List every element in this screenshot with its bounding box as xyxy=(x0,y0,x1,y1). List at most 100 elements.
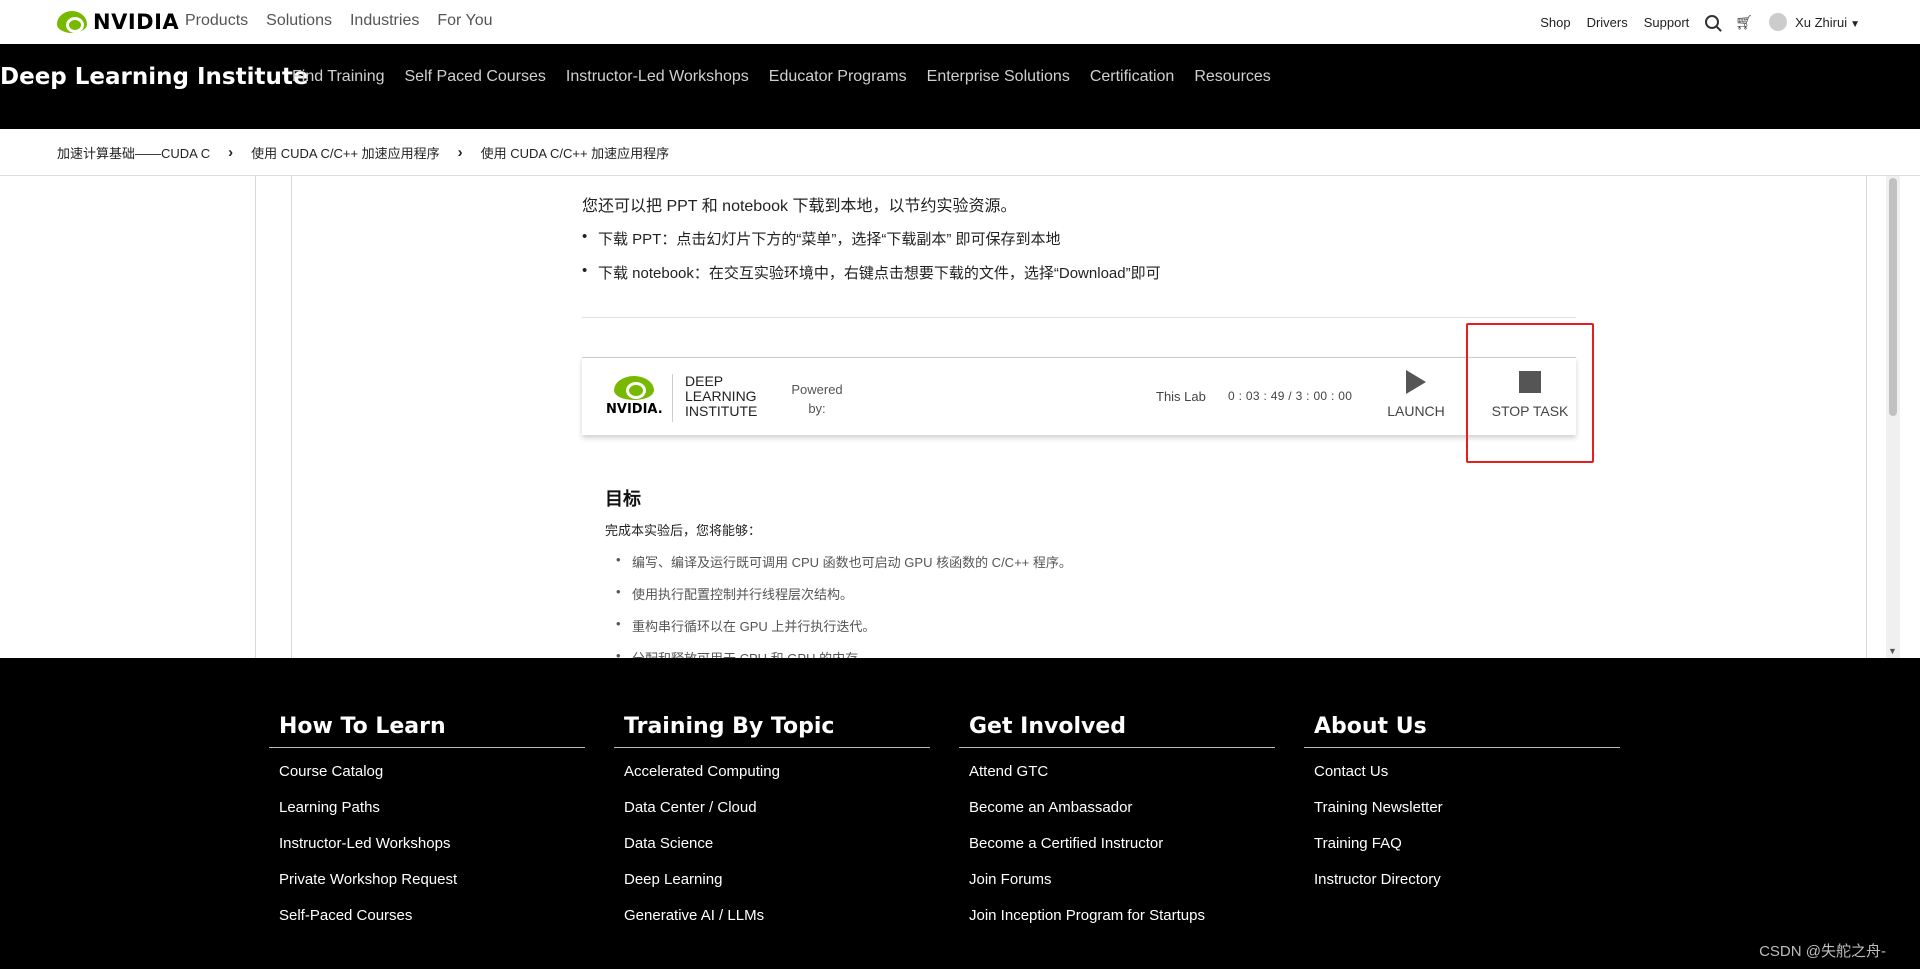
divider xyxy=(255,176,256,658)
nvidia-eye-icon xyxy=(614,376,655,400)
dli-title[interactable]: Deep Learning Institute xyxy=(0,64,308,90)
footer-link[interactable]: Join Forums xyxy=(969,871,1275,888)
footer-column-training-by-topic: Training By Topic Accelerated Computing … xyxy=(614,714,930,943)
nvidia-logo[interactable]: NVIDIA xyxy=(57,10,179,34)
footer-link[interactable]: Data Center / Cloud xyxy=(624,799,930,816)
course-content: 您还可以把 PPT 和 notebook 下载到本地，以节约实验资源。 下载 P… xyxy=(0,176,1920,658)
main-menu: Products Solutions Industries For You xyxy=(185,12,493,30)
nav-resources[interactable]: Resources xyxy=(1194,68,1270,86)
nav-find-training[interactable]: Find Training xyxy=(292,68,385,86)
menu-for-you[interactable]: For You xyxy=(437,12,492,30)
powered-by-line: Powered xyxy=(791,382,843,397)
footer-link[interactable]: Training FAQ xyxy=(1314,835,1620,852)
avatar[interactable] xyxy=(1769,13,1788,31)
divider xyxy=(672,374,673,422)
footer-link[interactable]: Instructor-Led Workshops xyxy=(279,835,585,852)
user-menu[interactable]: Xu Zhirui ▼ xyxy=(1795,15,1860,30)
nav-self-paced-courses[interactable]: Self Paced Courses xyxy=(405,68,546,86)
footer-link[interactable]: Join Inception Program for Startups xyxy=(969,907,1275,924)
footer-link[interactable]: Accelerated Computing xyxy=(624,763,930,780)
footer-link[interactable]: Course Catalog xyxy=(279,763,585,780)
nav-certification[interactable]: Certification xyxy=(1090,68,1174,86)
footer-link[interactable]: Deep Learning xyxy=(624,871,930,888)
footer-link[interactable]: Self-Paced Courses xyxy=(279,907,585,924)
scrollbar-thumb[interactable] xyxy=(1889,178,1897,416)
stop-task-highlight-box xyxy=(1466,323,1594,463)
nav-educator-programs[interactable]: Educator Programs xyxy=(769,68,907,86)
footer-link[interactable]: Instructor Directory xyxy=(1314,871,1620,888)
footer-column-get-involved: Get Involved Attend GTC Become an Ambass… xyxy=(959,714,1275,943)
lab-timer: 0 : 03 : 49 / 3 : 00 : 00 xyxy=(1228,389,1353,403)
top-navigation: NVIDIA Products Solutions Industries For… xyxy=(0,0,1920,44)
footer-column-how-to-learn: How To Learn Course Catalog Learning Pat… xyxy=(269,714,585,943)
breadcrumb-item-module[interactable]: 使用 CUDA C/C++ 加速应用程序 xyxy=(251,143,440,162)
divider xyxy=(1866,176,1867,658)
content-scrollbar[interactable]: ▼ xyxy=(1886,176,1900,658)
footer-heading: Training By Topic xyxy=(614,714,930,748)
footer-heading: Get Involved xyxy=(959,714,1275,748)
chevron-right-icon: › xyxy=(228,143,234,161)
footer-link[interactable]: Attend GTC xyxy=(969,763,1275,780)
list-item: 下载 notebook：在交互实验环境中，右键点击想要下载的文件，选择“Down… xyxy=(582,262,1161,283)
dli-wordmark-line: DEEP xyxy=(685,373,724,389)
dli-menu: Find Training Self Paced Courses Instruc… xyxy=(292,68,1271,86)
footer-link[interactable]: Training Newsletter xyxy=(1314,799,1620,816)
menu-solutions[interactable]: Solutions xyxy=(266,12,332,30)
nvidia-logo-text: NVIDIA. xyxy=(606,402,663,417)
footer-link[interactable]: Private Workshop Request xyxy=(279,871,585,888)
nvidia-eye-icon xyxy=(57,11,87,33)
list-item: 编写、编译及运行既可调用 CPU 函数也可启动 GPU 核函数的 C/C++ 程… xyxy=(612,552,1072,571)
footer-link[interactable]: Become a Certified Instructor xyxy=(969,835,1275,852)
goals-heading: 目标 xyxy=(605,489,641,509)
watermark: CSDN @失舵之舟- xyxy=(1759,943,1886,960)
drivers-link[interactable]: Drivers xyxy=(1587,15,1628,30)
play-icon xyxy=(1406,370,1426,394)
download-list: 下载 PPT：点击幻灯片下方的“菜单”，选择“下载副本” 即可保存到本地 下载 … xyxy=(582,228,1161,296)
list-item: 下载 PPT：点击幻灯片下方的“菜单”，选择“下载副本” 即可保存到本地 xyxy=(582,228,1161,249)
list-item: 重构串行循环以在 GPU 上并行执行迭代。 xyxy=(612,616,1072,635)
chevron-right-icon: › xyxy=(457,143,463,161)
powered-by-label: Powered by: xyxy=(787,380,847,418)
cart-icon[interactable]: 🛒︎ xyxy=(1735,14,1753,31)
breadcrumb-item-course[interactable]: 加速计算基础——CUDA C xyxy=(57,143,210,162)
dli-wordmark-line: LEARNING xyxy=(685,388,757,404)
nav-enterprise-solutions[interactable]: Enterprise Solutions xyxy=(927,68,1070,86)
utility-menu: Shop Drivers Support 🛒︎ Xu Zhirui ▼ xyxy=(1540,13,1860,31)
shop-link[interactable]: Shop xyxy=(1540,15,1570,30)
footer-link[interactable]: Data Science xyxy=(624,835,930,852)
launch-label: LAUNCH xyxy=(1387,403,1445,419)
nvidia-logo: NVIDIA. xyxy=(606,376,663,417)
footer-link[interactable]: Contact Us xyxy=(1314,763,1620,780)
footer-link[interactable]: Learning Paths xyxy=(279,799,585,816)
powered-by-line: by: xyxy=(808,401,826,416)
footer-heading: How To Learn xyxy=(269,714,585,748)
footer-column-about-us: About Us Contact Us Training Newsletter … xyxy=(1304,714,1620,907)
site-footer: How To Learn Course Catalog Learning Pat… xyxy=(0,658,1920,969)
search-icon[interactable] xyxy=(1705,15,1720,29)
goals-intro: 完成本实验后，您将能够： xyxy=(605,523,762,538)
support-link[interactable]: Support xyxy=(1644,15,1690,30)
nav-instructor-led-workshops[interactable]: Instructor-Led Workshops xyxy=(566,68,749,86)
chevron-down-icon: ▼ xyxy=(1850,18,1860,30)
lab-label: This Lab xyxy=(1156,389,1206,404)
footer-link[interactable]: Become an Ambassador xyxy=(969,799,1275,816)
dli-wordmark: DEEP LEARNING INSTITUTE xyxy=(685,374,757,419)
lab-control-bar: NVIDIA. DEEP LEARNING INSTITUTE Powered … xyxy=(582,357,1576,435)
launch-button[interactable]: LAUNCH xyxy=(1384,370,1448,419)
footer-heading: About Us xyxy=(1304,714,1620,748)
dli-wordmark-line: INSTITUTE xyxy=(685,403,758,419)
menu-industries[interactable]: Industries xyxy=(350,12,419,30)
footer-link[interactable]: Generative AI / LLMs xyxy=(624,907,930,924)
breadcrumb-item-current[interactable]: 使用 CUDA C/C++ 加速应用程序 xyxy=(481,143,670,162)
dli-navigation: Deep Learning Institute Find Training Se… xyxy=(0,44,1920,131)
download-intro: 您还可以把 PPT 和 notebook 下载到本地，以节约实验资源。 xyxy=(582,198,1017,215)
scroll-down-arrow-icon[interactable]: ▼ xyxy=(1888,646,1897,656)
list-item: 分配和释放可用于 CPU 和 GPU 的内存。 xyxy=(612,648,1072,658)
menu-products[interactable]: Products xyxy=(185,12,248,30)
breadcrumb: 加速计算基础——CUDA C › 使用 CUDA C/C++ 加速应用程序 › … xyxy=(0,129,1920,176)
list-item: 使用执行配置控制并行线程层次结构。 xyxy=(612,584,1072,603)
user-name: Xu Zhirui xyxy=(1795,14,1848,30)
nvidia-logo-text: NVIDIA xyxy=(93,10,180,34)
divider xyxy=(291,176,292,658)
divider xyxy=(582,317,1576,318)
